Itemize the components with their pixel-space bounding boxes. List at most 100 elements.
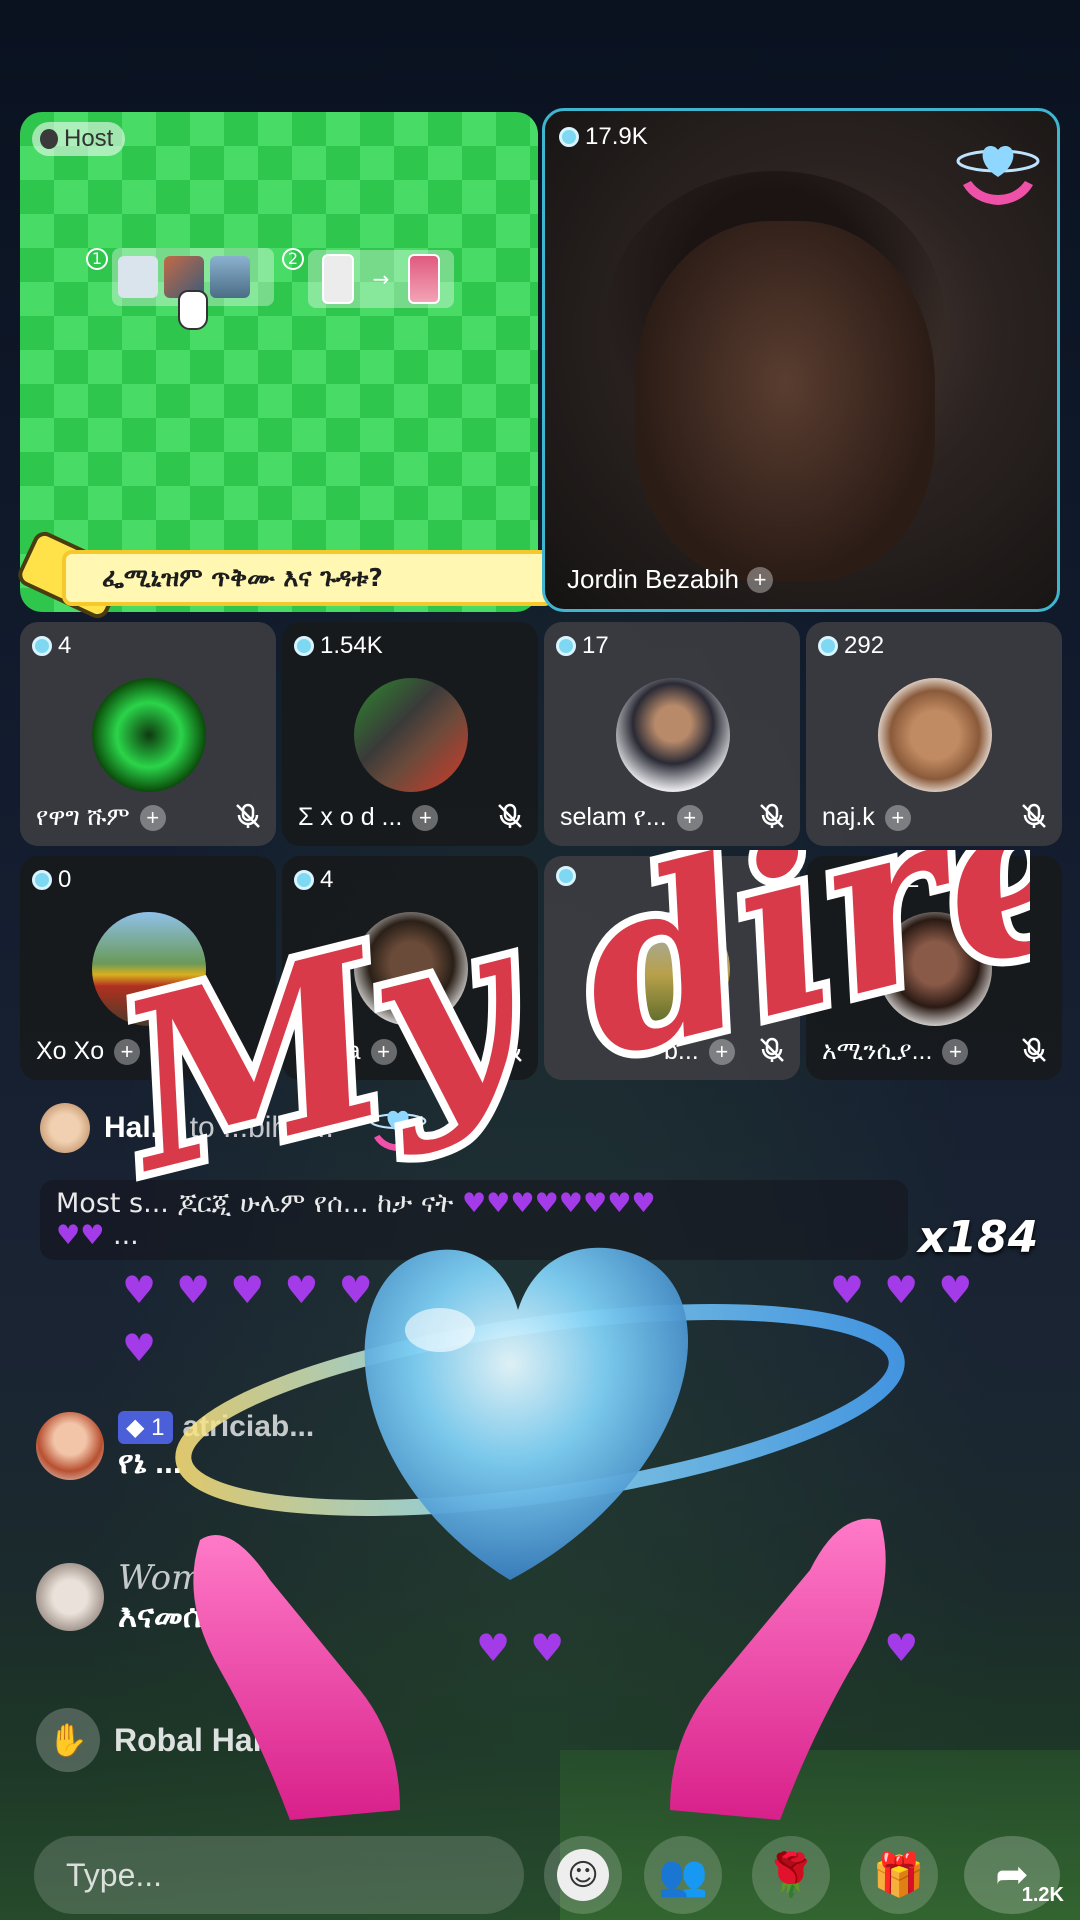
avatar: [354, 678, 468, 792]
gem-icon: [294, 870, 314, 890]
follow-plus-icon[interactable]: +: [884, 804, 911, 831]
mic-off-icon: [760, 803, 784, 828]
viewer-count: 4: [58, 632, 72, 659]
follow-plus-icon[interactable]: +: [708, 1038, 735, 1065]
diamond-icon: ◆: [126, 1413, 145, 1441]
chat-input[interactable]: Type...: [34, 1836, 524, 1914]
heart-icons: ♥♥♥♥♥♥♥♥: [461, 1188, 656, 1219]
people-icon: 👥: [658, 1852, 708, 1899]
gem-icon: [32, 636, 52, 656]
host-tile[interactable]: Host 1 2 →: [20, 112, 538, 612]
seat-name: naj.k: [822, 803, 875, 831]
heart-icons-row: ♥ ♥ ♥: [776, 1626, 923, 1670]
heart-icon: ♥: [122, 1326, 161, 1370]
follow-plus-icon[interactable]: +: [139, 804, 166, 831]
follow-plus-icon[interactable]: +: [942, 1038, 969, 1065]
mic-off-icon: [1022, 803, 1046, 828]
gift-button[interactable]: 🎁: [860, 1836, 938, 1914]
viewer-count: 17.9K: [585, 123, 648, 150]
follow-plus-icon[interactable]: +: [747, 566, 773, 593]
seat-name: selam የ...: [560, 803, 667, 831]
avatar: [878, 678, 992, 792]
viewer-count: 0: [58, 866, 72, 893]
seat-tile-6[interactable]: 4 ee...a +: [282, 856, 538, 1080]
chat-message-text: የኔ ...: [118, 1444, 182, 1480]
chat-username: Hal...: [104, 1111, 176, 1144]
seat-tile-8[interactable]: 2 አሚንሲያ... +: [806, 856, 1062, 1080]
guest-video-face: [635, 221, 935, 581]
viewer-count: 4: [320, 866, 334, 893]
chat-row-user4[interactable]: ✋ Robal Hamen: [36, 1708, 318, 1772]
gift-box-icon: 🎁: [872, 1850, 926, 1899]
seat-tile-7[interactable]: b... +: [544, 856, 800, 1080]
seat-name: Σ x o d ...: [298, 803, 403, 831]
avatar: [40, 1103, 90, 1153]
gift-message-row[interactable]: Hal... to ...bih's...: [40, 1102, 428, 1154]
heart-gift-icon: [369, 1110, 427, 1152]
viewer-badge: 17.9K: [559, 123, 648, 151]
chat-username: atriciab...: [182, 1410, 315, 1443]
phone-icon: [322, 254, 354, 304]
guest-name-label: Jordin Bezabih +: [567, 564, 773, 595]
avatar: [616, 912, 730, 1026]
chat-message-more: ...: [113, 1220, 139, 1251]
seat-tile-3[interactable]: 17 selam የ... +: [544, 622, 800, 846]
avatar: [92, 912, 206, 1026]
topic-banner[interactable]: ፌሚኒዝም ጥቅሙ እና ጉዳቱ?: [14, 528, 562, 622]
guest-tile[interactable]: 17.9K Jordin Bezabih +: [542, 108, 1060, 612]
rose-icon: 🌹: [764, 1850, 818, 1899]
seat-tile-2[interactable]: 1.54K Σ x o d ... +: [282, 622, 538, 846]
gift-text: to ...bih's...: [189, 1111, 334, 1144]
rose-gift-button[interactable]: 🌹: [752, 1836, 830, 1914]
gem-icon: [32, 870, 52, 890]
follow-plus-icon[interactable]: +: [676, 804, 703, 831]
image-icon: [118, 256, 158, 298]
chat-message-bubble[interactable]: Most s... ጆርጂ ሁሌም የሰ... ከታ ናት ♥♥♥♥♥♥♥♥ ♥…: [40, 1180, 908, 1260]
guests-button[interactable]: 👥: [644, 1836, 722, 1914]
follow-plus-icon[interactable]: +: [412, 804, 439, 831]
host-badge-label: Host: [64, 125, 114, 152]
seat-name: Xo Xo: [36, 1037, 105, 1065]
seat-tile-5[interactable]: 0 Xo Xo +: [20, 856, 276, 1080]
smiley-icon: ☺: [557, 1849, 609, 1901]
viewer-count: 2: [906, 866, 920, 893]
seat-tile-1[interactable]: 4 የዋግ ሹም +: [20, 622, 276, 846]
avatar: [616, 678, 730, 792]
chat-message-text: Most s... ጆርጂ ሁሌም የሰ... ከታ ናት: [56, 1188, 454, 1219]
mic-off-icon: [236, 803, 260, 828]
viewer-count: 292: [844, 632, 885, 659]
gift-combo-count: x184: [918, 1212, 1039, 1263]
seat-name: b...: [664, 1037, 699, 1065]
avatar: [878, 912, 992, 1026]
seat-name: አሚንሲያ...: [822, 1037, 933, 1065]
emoji-button[interactable]: ☺: [544, 1836, 622, 1914]
chat-row-user3[interactable]: Wom... እናመሰግና...: [36, 1558, 264, 1636]
heart-icons-row: ♥ ♥: [476, 1626, 569, 1670]
gem-icon: [294, 636, 314, 656]
level-badge: ◆ 1: [118, 1410, 173, 1444]
gem-icon: [818, 636, 838, 656]
phone-pink-icon: [407, 254, 440, 304]
gem-icon: [556, 636, 576, 656]
mic-off-icon: [760, 1037, 784, 1062]
heart-icons-row: ♥ ♥ ♥ ♥ ♥: [122, 1268, 377, 1312]
avatar: [36, 1412, 104, 1480]
share-count: 1.2K: [1021, 1884, 1064, 1906]
step-1-number: 1: [86, 248, 108, 270]
gem-icon: [556, 866, 576, 886]
heart-icons: ♥♥: [56, 1220, 105, 1251]
mic-off-icon: [1022, 1037, 1046, 1062]
chat-username: Wom...: [118, 1558, 236, 1598]
follow-plus-icon[interactable]: +: [114, 1038, 141, 1065]
wave-hand-icon: ✋: [36, 1708, 100, 1772]
viewer-count: 1.54K: [320, 632, 383, 659]
seat-name: ee...a: [298, 1037, 361, 1065]
topic-text: ፌሚኒዝም ጥቅሙ እና ጉዳቱ?: [62, 550, 554, 606]
seat-tile-4[interactable]: 292 naj.k +: [806, 622, 1062, 846]
follow-plus-icon[interactable]: +: [370, 1038, 397, 1065]
level-number: 1: [151, 1413, 165, 1441]
chat-row-user2[interactable]: ◆ 1 atriciab... የኔ ...: [36, 1410, 314, 1482]
avatar: [92, 678, 206, 792]
arrow-right-icon: →: [372, 267, 390, 291]
mic-off-icon: [498, 803, 522, 828]
